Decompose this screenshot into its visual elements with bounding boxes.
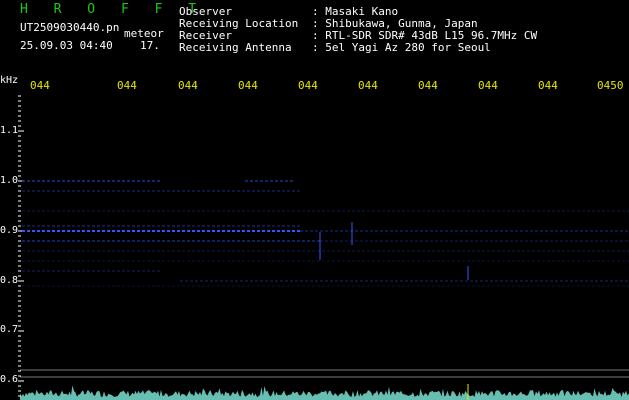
extra-value: 17. — [140, 39, 160, 52]
time-tick-label: 044 — [238, 80, 258, 92]
time-tick-label: 044 — [178, 80, 198, 92]
frequency-tick-label: 0.7 — [0, 324, 19, 335]
time-tick-label: 044 — [418, 80, 438, 92]
time-tick-label: 044 — [538, 80, 558, 92]
frequency-tick-label: 0.9 — [0, 225, 19, 236]
frequency-tick-label: 0.8 — [0, 275, 19, 286]
time-tick-label: 044 — [30, 80, 50, 92]
frequency-tick-label: 1.1 — [0, 125, 19, 136]
time-tick-label: 044 — [478, 80, 498, 92]
frequency-tick-label: 1.0 — [0, 175, 19, 186]
noise-floor — [20, 385, 629, 400]
time-tick-label: 044 — [117, 80, 137, 92]
frequency-unit-label: kHz — [0, 75, 19, 86]
image-filename: UT2509030440.pn — [20, 21, 120, 34]
time-tick-label: 044 — [298, 80, 318, 92]
capture-datetime: 25.09.03 04:40 — [20, 39, 113, 52]
time-axis: 044 044 044 044 044 044 044 044 044 0450 — [0, 80, 629, 94]
app-logo: H R O F F T — [20, 2, 206, 17]
info-value-antenna: : 5el Yagi Az 280 for Seoul — [312, 41, 491, 54]
time-tick-label: 044 — [358, 80, 378, 92]
frequency-tick-label: 0.6 — [0, 374, 19, 385]
header-info: H R O F F T UT2509030440.pn meteor 25.09… — [0, 0, 629, 58]
spectrogram — [18, 95, 629, 400]
frequency-axis: kHz 1.1 1.0 0.9 0.8 0.7 0.6 — [0, 72, 20, 400]
info-label-antenna: Receiving Antenna — [179, 41, 292, 54]
time-tick-label: 0450 — [597, 80, 624, 92]
